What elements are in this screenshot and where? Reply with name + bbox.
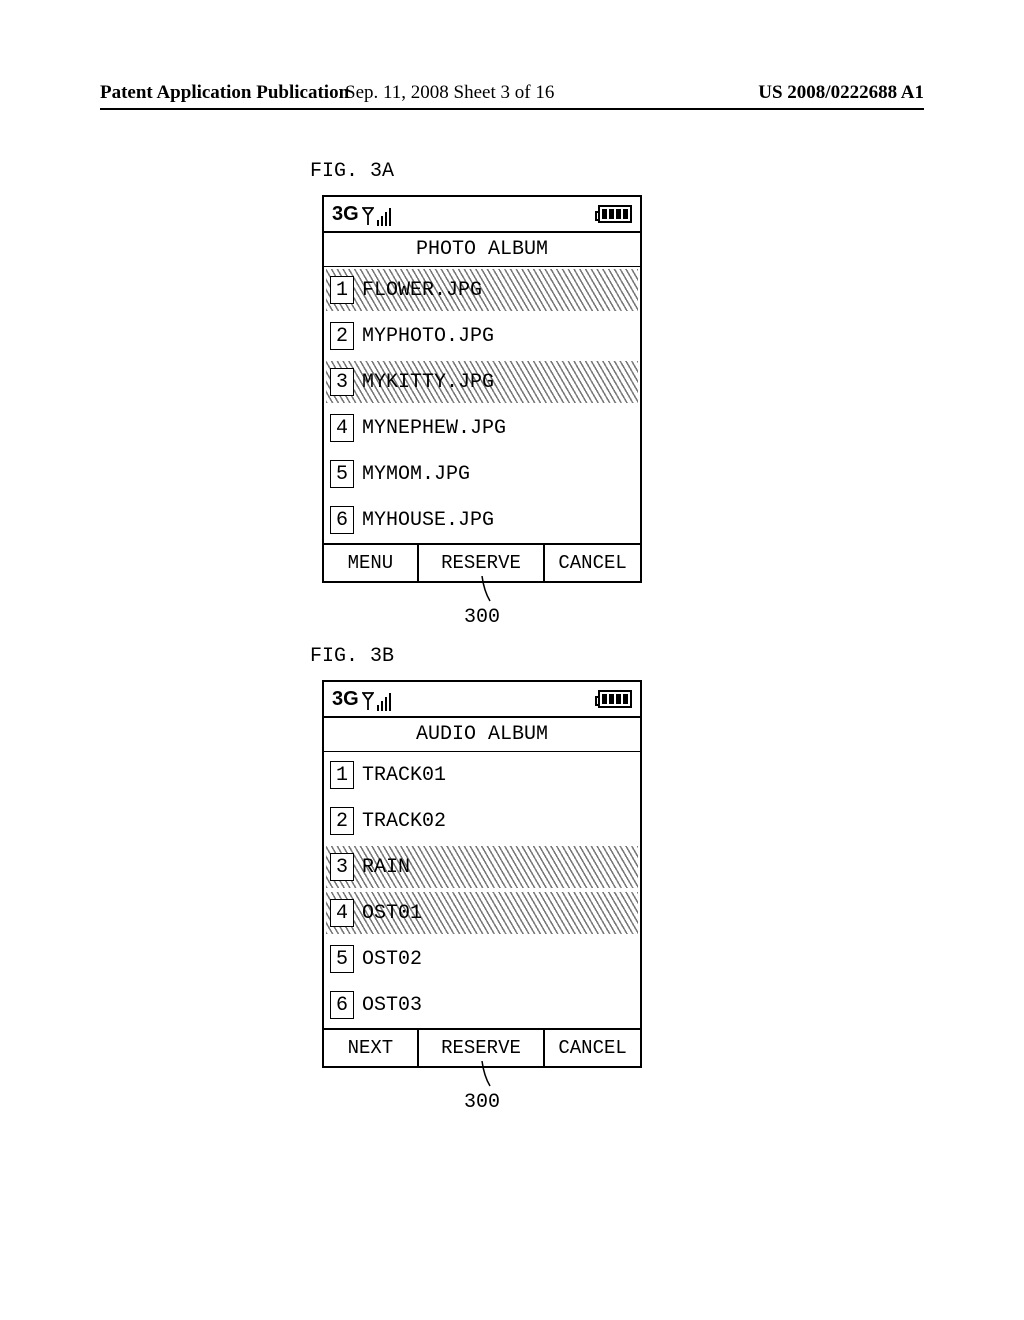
item-number: 6 [330, 991, 354, 1019]
item-filename: MYMOM.JPG [362, 463, 470, 486]
list-item[interactable]: 2 MYPHOTO.JPG [324, 313, 640, 359]
reference-callout-3a: 300 [452, 576, 512, 629]
item-filename: OST02 [362, 948, 422, 971]
battery-icon [598, 690, 632, 708]
list-item[interactable]: 5 OST02 [324, 936, 640, 982]
file-list: 1 TRACK01 2 TRACK02 3 RAIN 4 OST01 5 OST02 6 OST03 [324, 752, 640, 1028]
item-filename: OST01 [362, 902, 422, 925]
softkey-right-button[interactable]: CANCEL [545, 1030, 640, 1066]
item-number: 2 [330, 322, 354, 350]
figure-label-3a: FIG. 3A [310, 160, 394, 183]
item-filename: TRACK02 [362, 810, 446, 833]
reference-callout-3b: 300 [452, 1061, 512, 1114]
file-list: 1 FLOWER.JPG 2 MYPHOTO.JPG 3 MYKITTY.JPG 4 MYNE… [324, 267, 640, 543]
signal-bars-icon [377, 693, 392, 711]
battery-icon [598, 205, 632, 223]
item-filename: TRACK01 [362, 764, 446, 787]
list-item[interactable]: 5 MYMOM.JPG [324, 451, 640, 497]
item-filename: MYPHOTO.JPG [362, 325, 494, 348]
figure-label-3b: FIG. 3B [310, 645, 394, 668]
list-item[interactable]: 1 FLOWER.JPG [324, 267, 640, 313]
pub-number: US 2008/0222688 A1 [758, 82, 924, 104]
softkey-right-button[interactable]: CANCEL [545, 545, 640, 581]
list-item[interactable]: 3 RAIN [324, 844, 640, 890]
item-filename: FLOWER.JPG [362, 279, 482, 302]
item-number: 1 [330, 761, 354, 789]
header-rule [100, 108, 924, 110]
network-label: 3G [332, 688, 359, 711]
item-number: 1 [330, 276, 354, 304]
item-number: 5 [330, 945, 354, 973]
softkey-left-button[interactable]: MENU [324, 545, 419, 581]
phone-screen-3b: 3G AUDIO ALBUM 1 TRACK01 2 TRACK02 3 RAIN 4 OST… [322, 680, 642, 1068]
list-item[interactable]: 6 OST03 [324, 982, 640, 1028]
signal-bars-icon [377, 208, 392, 226]
list-item[interactable]: 4 OST01 [324, 890, 640, 936]
reference-number: 300 [464, 606, 500, 629]
list-item[interactable]: 4 MYNEPHEW.JPG [324, 405, 640, 451]
item-filename: MYNEPHEW.JPG [362, 417, 506, 440]
antenna-icon [362, 693, 374, 711]
item-filename: RAIN [362, 856, 410, 879]
signal-indicator: 3G [332, 203, 391, 226]
item-filename: MYKITTY.JPG [362, 371, 494, 394]
item-number: 3 [330, 368, 354, 396]
list-item[interactable]: 2 TRACK02 [324, 798, 640, 844]
item-number: 4 [330, 899, 354, 927]
list-item[interactable]: 3 MYKITTY.JPG [324, 359, 640, 405]
reference-number: 300 [464, 1091, 500, 1114]
signal-indicator: 3G [332, 688, 391, 711]
screen-title: AUDIO ALBUM [324, 718, 640, 752]
phone-screen-3a: 3G PHOTO ALBUM 1FLOWER.JPG2MYPHOTO.JPG3M… [322, 195, 642, 583]
item-number: 5 [330, 460, 354, 488]
status-bar: 3G [324, 682, 640, 718]
antenna-icon [362, 208, 374, 226]
item-number: 2 [330, 807, 354, 835]
item-number: 3 [330, 853, 354, 881]
status-bar: 3G [324, 197, 640, 233]
item-number: 4 [330, 414, 354, 442]
item-number: 6 [330, 506, 354, 534]
list-item[interactable]: 1 TRACK01 [324, 752, 640, 798]
softkey-left-button[interactable]: NEXT [324, 1030, 419, 1066]
page-header: Patent Application Publication Sep. 11, … [0, 82, 1024, 104]
pub-meta: Sep. 11, 2008 Sheet 3 of 16 [345, 82, 554, 104]
item-filename: MYHOUSE.JPG [362, 509, 494, 532]
pub-title: Patent Application Publication [100, 82, 349, 104]
item-filename: OST03 [362, 994, 422, 1017]
screen-title: PHOTO ALBUM [324, 233, 640, 267]
network-label: 3G [332, 203, 359, 226]
list-item[interactable]: 6 MYHOUSE.JPG [324, 497, 640, 543]
